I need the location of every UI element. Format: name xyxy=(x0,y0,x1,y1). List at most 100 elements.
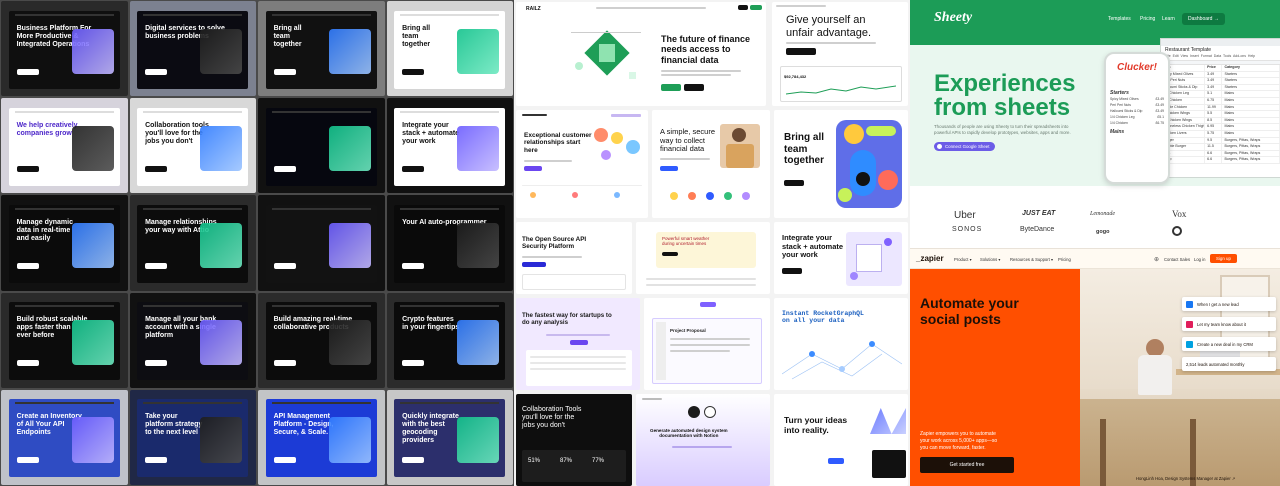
sheety-dashboard-button[interactable]: Dashboard → xyxy=(1182,13,1225,25)
thumb-cta-button[interactable] xyxy=(145,457,168,464)
spreadsheet-cell[interactable]: Mains xyxy=(1222,111,1280,117)
zapier-globe-icon[interactable]: ⊕ xyxy=(1154,256,1159,263)
gallery-thumb[interactable]: Manage relationships your way with Attio xyxy=(129,195,256,291)
spreadsheet-cell[interactable]: Mains xyxy=(1222,97,1280,104)
gallery-thumb[interactable]: We help creatively companies grow xyxy=(1,98,128,194)
thumb-rocketgraphql[interactable]: Instant RocketGraphQL on all your data xyxy=(774,298,908,390)
gallery-thumb[interactable]: Create an Inventory of All Your API Endp… xyxy=(1,389,128,485)
thumb-cta-button[interactable] xyxy=(402,262,425,269)
thumb-cta-button[interactable] xyxy=(273,262,296,269)
spreadsheet-cell[interactable]: Mains xyxy=(1222,124,1280,130)
spreadsheet-cell[interactable]: Mains xyxy=(1222,104,1280,111)
gallery-thumb[interactable] xyxy=(258,195,385,291)
zapier-logo[interactable]: _zapier xyxy=(916,254,944,263)
spreadsheet-cell[interactable]: 6.6 xyxy=(1205,150,1223,157)
gallery-thumb[interactable]: Your AI auto-programmer xyxy=(386,195,513,291)
gallery-thumb[interactable]: Crypto features in your fingertips xyxy=(386,292,513,388)
thumb-cta-button[interactable] xyxy=(402,165,425,172)
spreadsheet-cell[interactable]: Mains xyxy=(1222,91,1280,97)
thumb-unfair-advantage[interactable]: Give yourself an unfair advantage. $92,7… xyxy=(772,2,908,106)
thumb-cta-button[interactable] xyxy=(16,68,39,75)
zapier-nav-product[interactable]: Product ▾ xyxy=(954,257,972,262)
thumb-cta-button[interactable] xyxy=(16,262,39,269)
thumb-cta-button[interactable] xyxy=(16,360,39,367)
thumb-cta-button[interactable] xyxy=(402,68,425,75)
thumb-integrate-stack[interactable]: Integrate your stack + automate your wor… xyxy=(774,222,908,294)
sheety-nav-templates[interactable]: Templates xyxy=(1108,16,1131,22)
spreadsheet-cell[interactable]: 11.5 xyxy=(1205,144,1223,150)
spreadsheet-cell[interactable]: Mains xyxy=(1222,130,1280,137)
zapier-signup-button[interactable]: Sign up xyxy=(1210,254,1237,263)
spreadsheet-cell[interactable]: Starters xyxy=(1222,71,1280,78)
zapier-contact-sales[interactable]: Contact Sales xyxy=(1164,257,1190,262)
thumb-railz[interactable]: RAILZ The future of finance needs access… xyxy=(516,2,766,106)
spreadsheet-cell[interactable]: Burgers, Pittas, Wraps xyxy=(1222,157,1280,163)
spreadsheet-cell[interactable]: 5.75 xyxy=(1205,130,1223,137)
sheety-nav-learn[interactable]: Learn xyxy=(1162,16,1175,22)
spreadsheet-cell[interactable]: 3.49 xyxy=(1205,78,1223,84)
spreadsheet-cell[interactable]: 6.95 xyxy=(1205,124,1223,130)
spreadsheet-cell[interactable]: 3.49 xyxy=(1205,84,1223,91)
zapier-login[interactable]: Log in xyxy=(1194,257,1205,262)
thumb-simple-secure[interactable]: A simple, secure way to collect financia… xyxy=(652,110,770,218)
gallery-thumb[interactable]: Integrate your stack + automate your wor… xyxy=(386,98,513,194)
spreadsheet-cell[interactable]: Burgers, Pittas, Wraps xyxy=(1222,150,1280,157)
gallery-thumb[interactable]: Bring all team together xyxy=(386,1,513,97)
thumb-cta-button[interactable] xyxy=(273,68,296,75)
thumb-smart-weather[interactable]: Powerful smart weather during uncertain … xyxy=(636,222,770,294)
gallery-thumb[interactable] xyxy=(258,98,385,194)
spreadsheet-cell[interactable]: Starters xyxy=(1222,78,1280,84)
thumb-exceptional-customer[interactable]: Exceptional customer relationships start… xyxy=(516,110,648,218)
spreadsheet-cell[interactable]: Burgers, Pittas, Wraps xyxy=(1222,137,1280,144)
gallery-thumb[interactable]: Collaboration tools you'll love for the … xyxy=(129,98,256,194)
spreadsheet-cell[interactable]: 9.5 xyxy=(1205,137,1223,144)
zapier-get-started-button[interactable]: Get started free xyxy=(920,457,1014,473)
gallery-thumb[interactable]: Take your platform strategy to the next … xyxy=(129,389,256,485)
spreadsheet-cell[interactable]: 5.1 xyxy=(1205,91,1223,97)
sheety-nav-pricing[interactable]: Pricing xyxy=(1140,16,1155,22)
spreadsheet-cell[interactable]: Starters xyxy=(1222,84,1280,91)
thumb-cta-button[interactable] xyxy=(145,262,168,269)
thumb-cta-button[interactable] xyxy=(145,165,168,172)
thumb-project-proposal[interactable]: Project Proposal xyxy=(644,298,770,390)
connect-google-sheet-button[interactable]: Connect Google Sheet xyxy=(934,142,996,151)
thumb-fastest-analysis[interactable]: The fastest way for startups to do any a… xyxy=(516,298,640,390)
zapier-nav-solutions[interactable]: Solutions ▾ xyxy=(980,257,1001,262)
spreadsheet-cell[interactable]: Price xyxy=(1205,65,1223,71)
gallery-thumb[interactable]: Digital services to solve business probl… xyxy=(129,1,256,97)
thumb-bring-all-team[interactable]: Bring all team together xyxy=(774,110,908,218)
zapier-nav-resources[interactable]: Resources & Support ▾ xyxy=(1010,257,1053,262)
spreadsheet-cell[interactable]: Burgers, Pittas, Wraps xyxy=(1222,144,1280,150)
thumb-cta-button[interactable] xyxy=(273,165,296,172)
spreadsheet-cell[interactable]: 8.5 xyxy=(1205,117,1223,124)
railz-contact-sales-button[interactable] xyxy=(684,84,704,91)
spreadsheet-cell[interactable]: 6.6 xyxy=(1205,157,1223,163)
thumb-cta-button[interactable] xyxy=(402,457,425,464)
phone-menu-item[interactable]: 1/4 Chicken £6.75 xyxy=(1106,120,1168,126)
zapier-nav-pricing[interactable]: Pricing xyxy=(1058,257,1071,262)
thumb-design-system-docs[interactable]: Generate automated design system documen… xyxy=(636,394,770,486)
gallery-thumb[interactable]: Business Platform For More Productive & … xyxy=(1,1,128,97)
thumb-cta-button[interactable] xyxy=(16,165,39,172)
thumb-cta-button[interactable] xyxy=(273,360,296,367)
gallery-thumb[interactable]: Build robust scalable apps faster than e… xyxy=(1,292,128,388)
gallery-thumb[interactable]: Manage dynamic data in real-time and eas… xyxy=(1,195,128,291)
railz-get-started-button[interactable] xyxy=(661,84,681,91)
gallery-thumb[interactable]: API Management Platform - Design, Secure… xyxy=(258,389,385,485)
sheety-logo[interactable]: Sheety xyxy=(934,10,972,26)
spreadsheet-cell[interactable]: 11.99 xyxy=(1205,104,1223,111)
thumb-cta-button[interactable] xyxy=(402,360,425,367)
gallery-thumb[interactable]: Manage all your bank account with a sing… xyxy=(129,292,256,388)
thumb-collaboration-tools[interactable]: Collaboration Tools you'll love for the … xyxy=(516,394,632,486)
gallery-thumb[interactable]: Build amazing real-time collaborative pr… xyxy=(258,292,385,388)
spreadsheet-cell[interactable]: 5.5 xyxy=(1205,111,1223,117)
spreadsheet-cell[interactable]: 3.49 xyxy=(1205,71,1223,78)
thumb-cta-button[interactable] xyxy=(145,68,168,75)
spreadsheet-cell[interactable]: Category xyxy=(1222,65,1280,71)
thumb-turn-ideas[interactable]: Turn your ideas into reality. xyxy=(774,394,908,486)
thumb-api-security[interactable]: The Open Source API Security Platform xyxy=(516,222,632,294)
thumb-cta-button[interactable] xyxy=(273,457,296,464)
gallery-thumb[interactable]: Quickly integrate with the best geocodin… xyxy=(386,389,513,485)
thumb-cta-button[interactable] xyxy=(16,457,39,464)
spreadsheet-cell[interactable]: 6.75 xyxy=(1205,97,1223,104)
